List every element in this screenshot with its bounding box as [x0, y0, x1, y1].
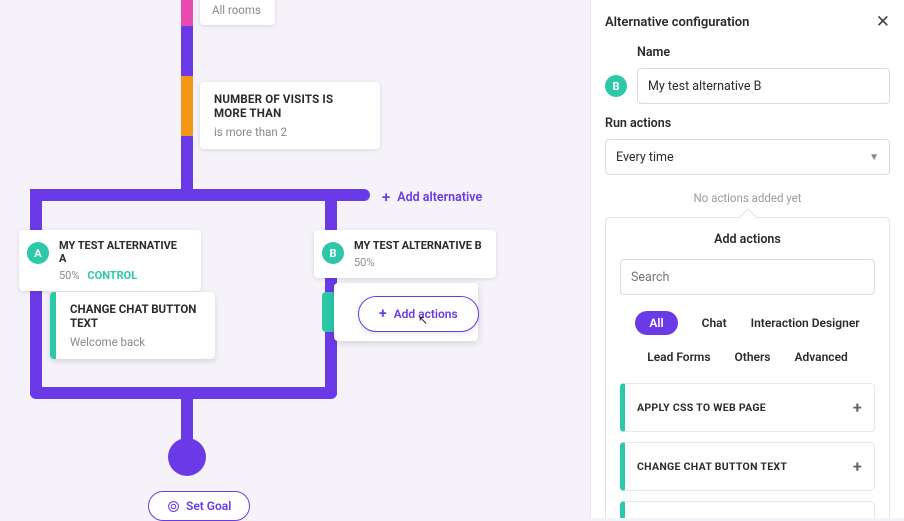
action-stub [322, 292, 334, 332]
connector-orange [181, 76, 193, 136]
add-actions-card: Add actions All Chat Interaction Designe… [605, 217, 890, 518]
chip-advanced[interactable]: Advanced [794, 345, 847, 369]
card-label: All rooms [212, 3, 263, 17]
plus-icon: + [853, 398, 862, 417]
button-label: Set Goal [186, 499, 231, 513]
category-chips: All Chat Interaction Designer Lead Forms… [620, 311, 875, 369]
chip-chat[interactable]: Chat [702, 311, 727, 335]
alternative-a-card[interactable]: A MY TEST ALTERNATIVE A 50%CONTROL [19, 230, 201, 291]
action-item-apply-css[interactable]: APPLY CSS TO WEB PAGE + [620, 383, 875, 432]
add-alternative-link[interactable]: + Add alternative [382, 188, 482, 206]
action-item-label: APPLY CSS TO WEB PAGE [637, 401, 766, 414]
badge-a: A [27, 242, 49, 264]
connector [181, 26, 193, 76]
card-all-rooms[interactable]: All rooms [200, 0, 275, 25]
chevron-down-icon: ▼ [869, 152, 879, 163]
action-title: CHANGE CHAT BUTTON TEXT [70, 302, 201, 330]
alternative-b-card[interactable]: B MY TEST ALTERNATIVE B 50% [314, 230, 496, 278]
alternative-title: MY TEST ALTERNATIVE B [354, 239, 482, 252]
link-label: Add alternative [397, 190, 482, 205]
add-actions-button[interactable]: + Add actions [358, 296, 479, 332]
action-item-change-button-text[interactable]: CHANGE CHAT BUTTON TEXT + [620, 442, 875, 491]
target-icon [167, 500, 180, 513]
action-item-label: CHANGE CHAT BUTTON TEXT [637, 460, 787, 473]
run-actions-label: Run actions [605, 116, 890, 131]
card-title: NUMBER OF VISITS IS MORE THAN [214, 92, 366, 120]
config-panel: Alternative configuration ✕ Name B Run a… [590, 0, 904, 518]
plus-icon: + [379, 306, 387, 322]
connector-h [30, 189, 370, 201]
select-value: Every time [616, 150, 674, 165]
card-subtitle: is more than 2 [214, 125, 366, 139]
close-icon[interactable]: ✕ [876, 14, 890, 31]
set-goal-button[interactable]: Set Goal [148, 491, 250, 521]
connector-pink [181, 0, 193, 26]
name-label: Name [637, 45, 890, 60]
badge-b: B [322, 242, 344, 264]
run-actions-select[interactable]: Every time ▼ [605, 139, 890, 175]
chip-all[interactable]: All [635, 311, 677, 335]
chip-others[interactable]: Others [735, 345, 771, 369]
alternative-title: MY TEST ALTERNATIVE A [59, 239, 187, 265]
alternative-sub: 50%CONTROL [59, 269, 187, 282]
action-sub: Welcome back [70, 335, 201, 349]
connector [181, 395, 193, 440]
chip-lead-forms[interactable]: Lead Forms [647, 345, 710, 369]
connector [30, 189, 42, 395]
connector [181, 136, 193, 194]
plus-icon: + [853, 457, 862, 476]
flow-canvas: All rooms NUMBER OF VISITS IS MORE THAN … [0, 0, 590, 518]
card-visits[interactable]: NUMBER OF VISITS IS MORE THAN is more th… [200, 82, 380, 149]
panel-title: Alternative configuration [605, 15, 749, 30]
plus-icon: + [382, 188, 390, 206]
search-input[interactable] [620, 259, 875, 295]
add-actions-title: Add actions [620, 232, 875, 247]
chip-interaction-designer[interactable]: Interaction Designer [751, 311, 860, 335]
no-actions-text: No actions added yet [605, 191, 890, 205]
name-badge: B [605, 75, 627, 97]
goal-node [168, 438, 206, 476]
alternative-sub: 50% [354, 256, 482, 269]
action-card-change-text[interactable]: CHANGE CHAT BUTTON TEXT Welcome back [50, 292, 215, 359]
action-item-change-window-language[interactable]: CHANGE CHAT WINDOW LANGUAGE + [620, 501, 875, 518]
button-label: Add actions [394, 307, 458, 321]
name-input[interactable] [637, 68, 890, 104]
